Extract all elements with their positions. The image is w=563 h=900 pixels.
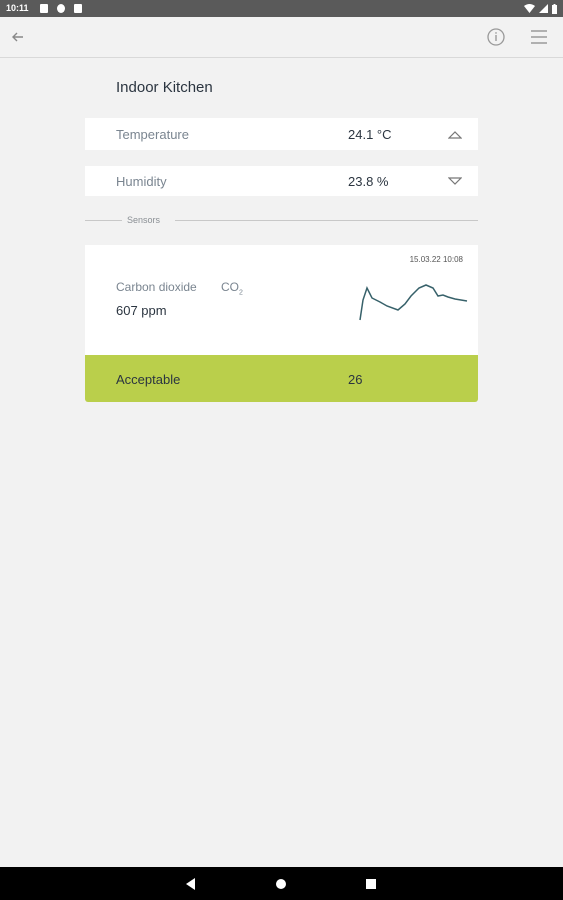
temperature-row[interactable]: Temperature 24.1 °C <box>85 118 478 150</box>
divider-line-left <box>85 220 122 221</box>
sensor-symbol-main: CO <box>221 280 239 294</box>
battery-icon <box>552 3 557 14</box>
divider-line-right <box>175 220 478 221</box>
sensor-name: Carbon dioxide <box>116 280 197 294</box>
sensors-divider: Sensors <box>85 212 478 230</box>
status-icons <box>524 3 557 14</box>
temperature-value: 24.1 °C <box>348 127 392 142</box>
clock: 10:11 <box>6 3 29 13</box>
sd-card-icon <box>74 4 82 13</box>
sensor-timestamp: 15.03.22 10:08 <box>409 255 463 264</box>
humidity-row[interactable]: Humidity 23.8 % <box>85 166 478 196</box>
back-arrow-icon[interactable] <box>6 25 30 49</box>
sensor-value: 607 ppm <box>116 303 167 318</box>
co2-sensor-card[interactable]: 15.03.22 10:08 Carbon dioxide CO2 607 pp… <box>85 245 478 355</box>
humidity-value: 23.8 % <box>348 174 389 189</box>
signal-icon <box>539 4 548 13</box>
caret-up-icon[interactable] <box>448 128 462 142</box>
page-title: Indoor Kitchen <box>116 79 213 96</box>
app-toolbar <box>0 17 563 58</box>
caret-down-icon[interactable] <box>448 174 462 188</box>
notification-icon <box>40 4 48 13</box>
recents-square-icon[interactable] <box>363 876 379 892</box>
back-triangle-icon[interactable] <box>183 876 199 892</box>
air-quality-value: 26 <box>348 372 363 387</box>
air-quality-status: Acceptable 26 <box>85 355 478 402</box>
sensor-symbol-sub: 2 <box>239 289 243 297</box>
wifi-icon <box>524 4 535 13</box>
menu-icon[interactable] <box>527 25 551 49</box>
status-bar: 10:11 <box>0 0 563 17</box>
air-quality-label: Acceptable <box>116 372 181 387</box>
info-icon[interactable] <box>484 25 508 49</box>
humidity-label: Humidity <box>116 174 167 189</box>
sensors-section-label: Sensors <box>127 215 161 225</box>
co2-sparkline <box>359 284 468 321</box>
sync-icon <box>57 4 65 13</box>
sparkline-path <box>359 284 468 321</box>
home-circle-icon[interactable] <box>273 876 289 892</box>
system-navigation-bar <box>0 867 563 900</box>
temperature-label: Temperature <box>116 127 189 142</box>
sensor-symbol: CO2 <box>221 280 243 296</box>
